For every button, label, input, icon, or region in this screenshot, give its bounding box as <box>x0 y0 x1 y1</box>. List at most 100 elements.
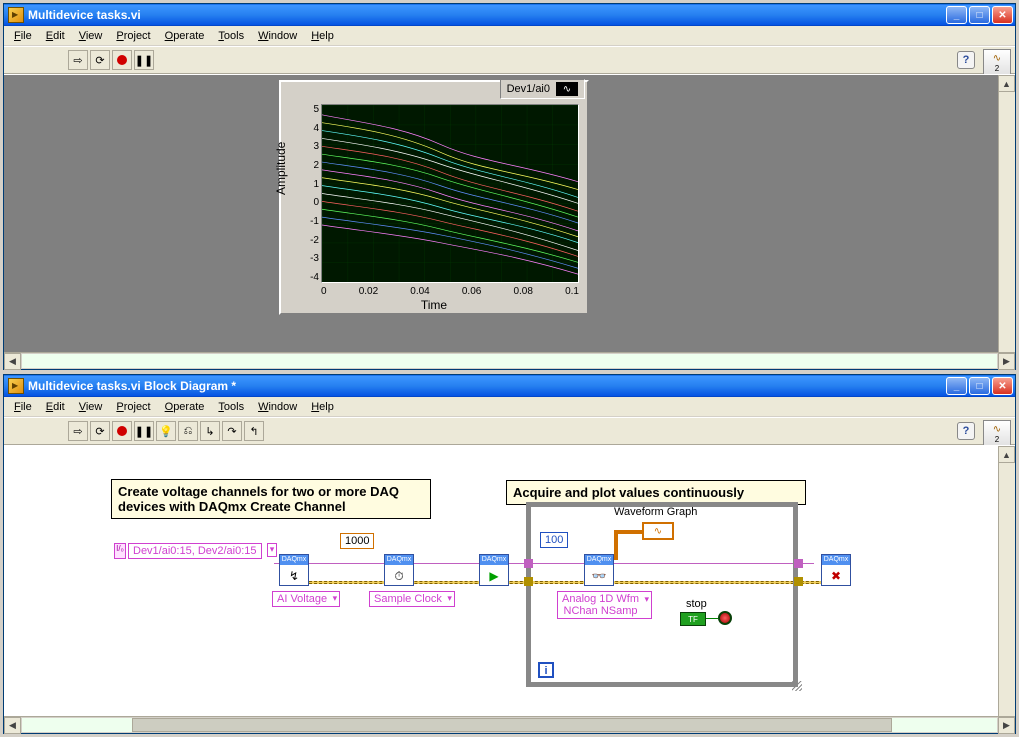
daqmx-create-channel-node[interactable]: DAQmx ↯ <box>279 554 309 586</box>
waveform-graph-label: Waveform Graph <box>614 506 697 518</box>
physical-channels-constant[interactable]: Dev1/ai0:15, Dev2/ai0:15 <box>128 543 262 559</box>
menu-tools[interactable]: Tools <box>212 28 250 44</box>
glasses-icon: 👓 <box>585 565 613 587</box>
vi-icon-pane[interactable]: ∿ 2 <box>983 49 1011 77</box>
legend-label: Dev1/ai0 <box>507 83 550 95</box>
pause-button[interactable]: ❚❚ <box>134 50 154 70</box>
scroll-up-button[interactable]: ▲ <box>998 75 1015 92</box>
wave-icon: ∿ <box>993 424 1001 435</box>
maximize-button[interactable]: □ <box>969 6 990 24</box>
stop-wire <box>706 618 718 619</box>
plot-legend[interactable]: Dev1/ai0 ∿ <box>500 79 585 99</box>
context-help-button[interactable]: ? <box>957 422 975 440</box>
menu-view[interactable]: View <box>73 28 109 44</box>
scroll-thumb[interactable] <box>132 718 892 732</box>
run-button[interactable]: ⇨ <box>68 421 88 441</box>
daqmx-clear-task-node[interactable]: DAQmx ✖ <box>821 554 851 586</box>
context-help-button[interactable]: ? <box>957 51 975 69</box>
minimize-button[interactable]: _ <box>946 377 967 395</box>
node-header: DAQmx <box>585 555 613 565</box>
menu-help[interactable]: Help <box>305 399 340 415</box>
rate-constant[interactable]: 1000 <box>340 533 374 549</box>
vi-corner-badge: 2 <box>995 64 999 73</box>
menu-file[interactable]: File <box>8 28 38 44</box>
y-axis-ticks: 5 4 3 2 1 0 -1 -2 -3 -4 <box>303 104 319 283</box>
menu-project[interactable]: Project <box>110 28 156 44</box>
read-mode-selector[interactable]: Analog 1D Wfm NChan NSamp <box>557 591 652 619</box>
front-panel-area[interactable]: ▲ Dev1/ai0 ∿ Amplitude 5 4 3 2 1 0 -1 -2… <box>4 74 1015 352</box>
waveform-graph[interactable]: Dev1/ai0 ∿ Amplitude 5 4 3 2 1 0 -1 -2 -… <box>279 80 589 315</box>
loop-resize-handle[interactable] <box>792 681 802 691</box>
step-into-button[interactable]: ↳ <box>200 421 220 441</box>
stop-button-terminal[interactable]: TF <box>680 612 706 626</box>
horizontal-scrollbar[interactable]: ◀ ▶ <box>4 716 1015 733</box>
run-continuous-button[interactable]: ⟳ <box>90 50 110 70</box>
loop-condition-terminal[interactable] <box>718 611 732 625</box>
daqmx-read-node[interactable]: DAQmx 👓 <box>584 554 614 586</box>
retain-wire-button[interactable]: ⎌ <box>178 421 198 441</box>
vertical-scrollbar[interactable]: ▲ <box>998 446 1015 716</box>
data-wire-vert <box>614 530 618 560</box>
menubar: File Edit View Project Operate Tools Win… <box>4 397 1015 417</box>
horizontal-scrollbar[interactable]: ◀ ▶ <box>4 352 1015 369</box>
vi-icon <box>8 378 24 394</box>
menu-window[interactable]: Window <box>252 399 303 415</box>
menu-view[interactable]: View <box>73 399 109 415</box>
loop-tunnel <box>794 559 803 568</box>
vertical-scrollbar[interactable]: ▲ <box>998 75 1015 352</box>
menu-file[interactable]: File <box>8 399 38 415</box>
close-button[interactable]: ✕ <box>992 377 1013 395</box>
step-over-button[interactable]: ↷ <box>222 421 242 441</box>
samples-constant[interactable]: 100 <box>540 532 568 548</box>
vi-icon-pane[interactable]: ∿ 2 <box>983 420 1011 448</box>
menu-help[interactable]: Help <box>305 28 340 44</box>
loop-iteration-terminal: i <box>538 662 554 678</box>
comment-create-channels[interactable]: Create voltage channels for two or more … <box>111 479 431 519</box>
menu-tools[interactable]: Tools <box>212 399 250 415</box>
loop-tunnel <box>794 577 803 586</box>
vi-icon <box>8 7 24 23</box>
sample-clock-selector[interactable]: Sample Clock <box>369 591 455 607</box>
scroll-up-button[interactable]: ▲ <box>998 446 1015 463</box>
abort-button[interactable] <box>112 50 132 70</box>
maximize-button[interactable]: □ <box>969 377 990 395</box>
channel-dropdown-icon[interactable]: ▾ <box>267 543 277 557</box>
scroll-right-button[interactable]: ▶ <box>998 717 1015 734</box>
menu-operate[interactable]: Operate <box>159 28 211 44</box>
daqmx-timing-node[interactable]: DAQmx ⏱ <box>384 554 414 586</box>
run-button[interactable]: ⇨ <box>68 50 88 70</box>
menu-project[interactable]: Project <box>110 399 156 415</box>
titlebar-block-diagram[interactable]: Multidevice tasks.vi Block Diagram * _ □… <box>4 375 1015 397</box>
node-header: DAQmx <box>480 555 508 565</box>
abort-button[interactable] <box>112 421 132 441</box>
minimize-button[interactable]: _ <box>946 6 967 24</box>
scroll-right-button[interactable]: ▶ <box>998 353 1015 370</box>
highlight-execution-button[interactable]: 💡 <box>156 421 176 441</box>
menubar: File Edit View Project Operate Tools Win… <box>4 26 1015 46</box>
close-button[interactable]: ✕ <box>992 6 1013 24</box>
loop-tunnel <box>524 559 533 568</box>
ai-voltage-selector[interactable]: AI Voltage <box>272 591 340 607</box>
x-axis-label: Time <box>421 298 447 312</box>
scroll-left-button[interactable]: ◀ <box>4 353 21 370</box>
menu-edit[interactable]: Edit <box>40 28 71 44</box>
y-axis-label: Amplitude <box>274 141 288 194</box>
menu-operate[interactable]: Operate <box>159 399 211 415</box>
titlebar-front-panel[interactable]: Multidevice tasks.vi _ □ ✕ <box>4 4 1015 26</box>
scroll-left-button[interactable]: ◀ <box>4 717 21 734</box>
run-continuous-button[interactable]: ⟳ <box>90 421 110 441</box>
menu-edit[interactable]: Edit <box>40 399 71 415</box>
waveform-graph-terminal[interactable]: ∿ <box>642 522 674 540</box>
create-channel-icon: ↯ <box>280 565 308 587</box>
window-title: Multidevice tasks.vi <box>28 8 141 22</box>
node-header: DAQmx <box>822 555 850 565</box>
block-diagram-area[interactable]: ▲ Create voltage channels for two or mor… <box>4 445 1015 716</box>
x-axis-ticks: 0 0.02 0.04 0.06 0.08 0.1 <box>321 286 579 297</box>
daqmx-start-task-node[interactable]: DAQmx ▶ <box>479 554 509 586</box>
step-out-button[interactable]: ↰ <box>244 421 264 441</box>
plot-area <box>321 104 579 283</box>
menu-window[interactable]: Window <box>252 28 303 44</box>
toolbar: ⇨ ⟳ ❚❚ 💡 ⎌ ↳ ↷ ↰ ? ∿ 2 <box>4 417 1015 445</box>
pause-button[interactable]: ❚❚ <box>134 421 154 441</box>
clear-icon: ✖ <box>822 565 850 587</box>
